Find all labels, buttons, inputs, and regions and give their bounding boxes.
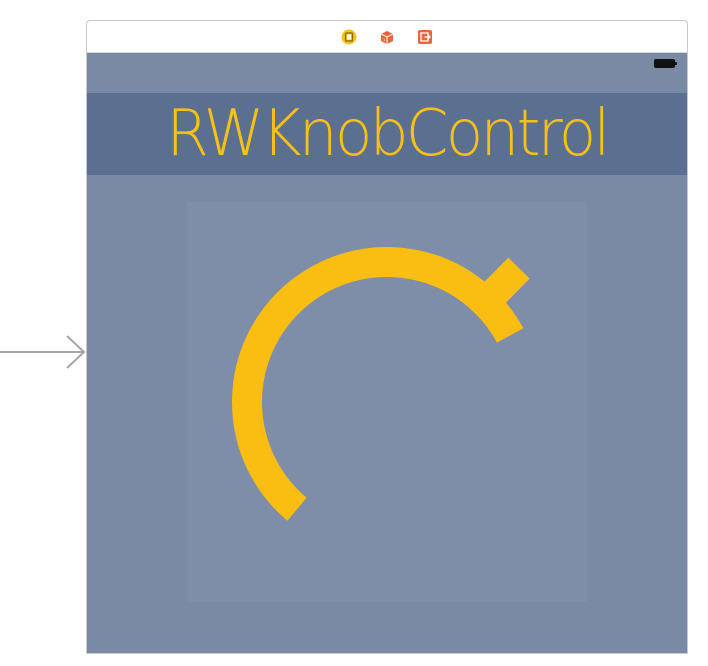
first-responder-icon[interactable]: 1 <box>379 29 395 45</box>
initial-view-controller-arrow[interactable] <box>0 334 88 370</box>
scene-dock: 1 <box>87 21 687 53</box>
exit-icon[interactable] <box>417 29 433 45</box>
storyboard-canvas: 1 RWKnobControl <box>0 0 708 666</box>
battery-icon <box>654 59 677 68</box>
page-title: RWKnobControl <box>166 97 610 171</box>
knob-arc <box>232 247 524 521</box>
view-controller-icon[interactable] <box>341 29 357 45</box>
status-bar <box>87 53 687 73</box>
title-banner: RWKnobControl <box>87 93 687 175</box>
view-controller-scene[interactable]: 1 RWKnobControl <box>86 20 688 654</box>
knob-pointer[interactable] <box>473 257 530 315</box>
knob-track <box>232 247 530 521</box>
knob-control[interactable] <box>187 202 587 602</box>
